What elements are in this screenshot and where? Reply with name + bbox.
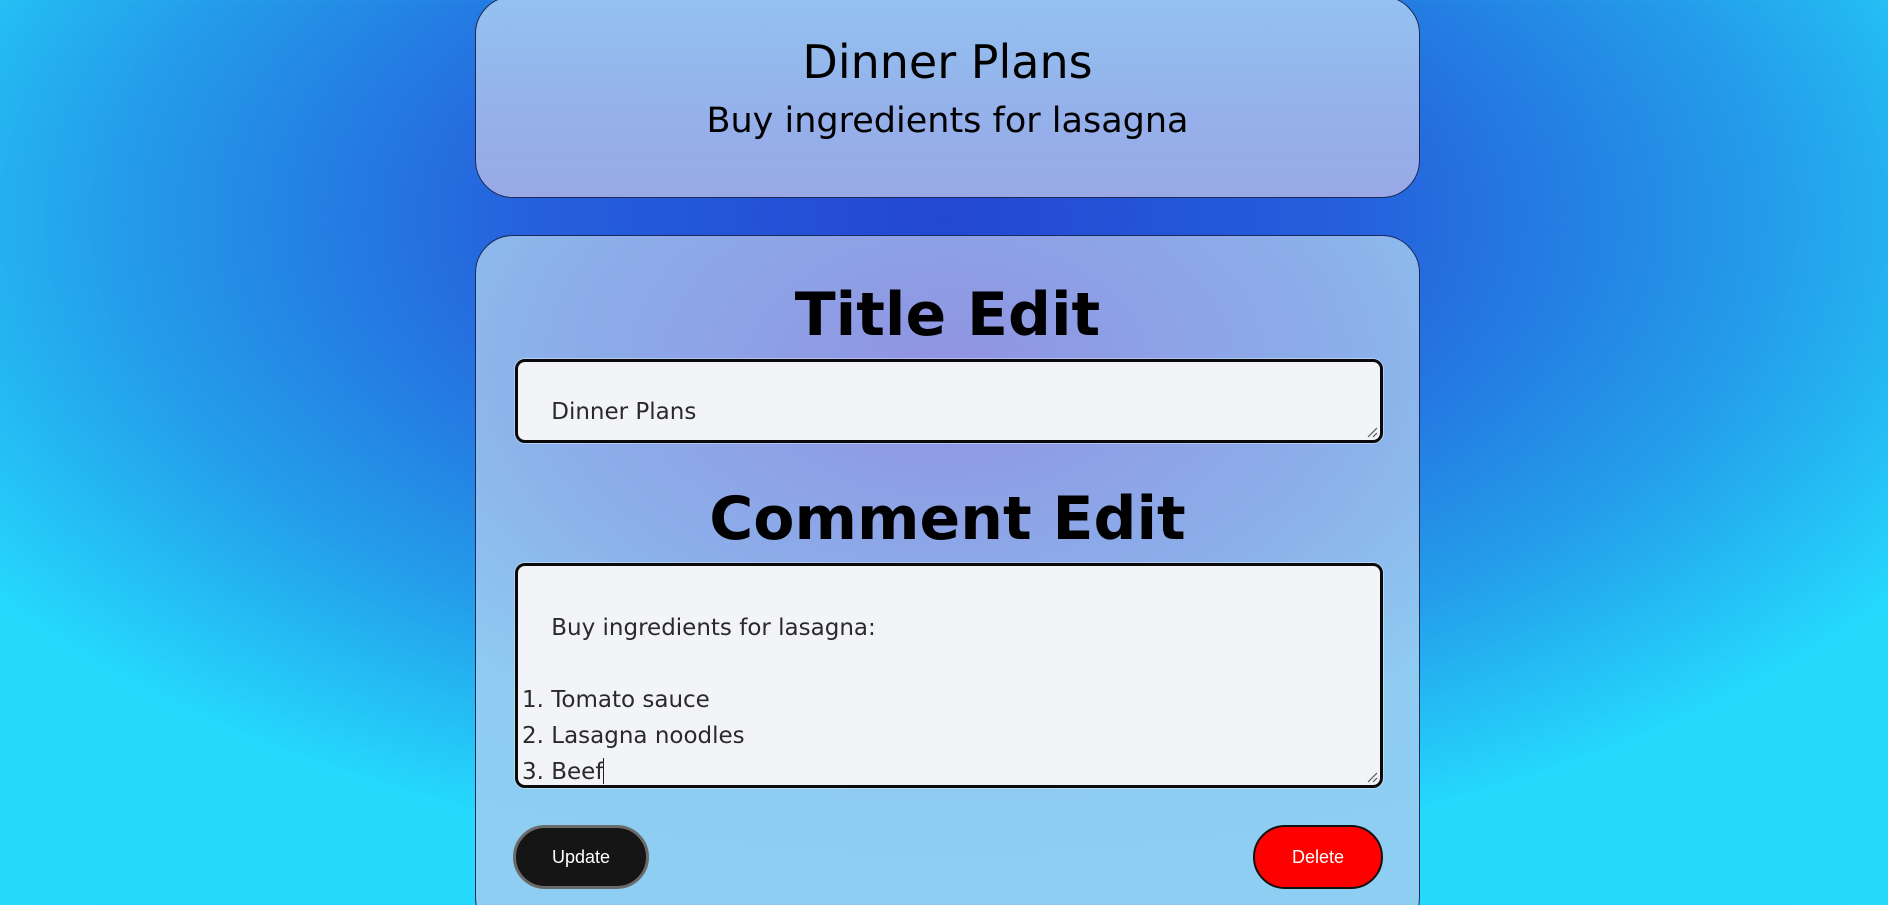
note-comment: Buy ingredients for lasagna (706, 101, 1189, 141)
note-title: Dinner Plans (802, 35, 1093, 89)
edit-card: Title Edit Dinner Plans Comment Edit Buy… (475, 235, 1420, 905)
resize-grip-icon[interactable] (1366, 426, 1378, 438)
update-button[interactable]: Update (513, 825, 649, 889)
note-preview-card: Dinner Plans Buy ingredients for lasagna (475, 0, 1420, 198)
delete-button[interactable]: Delete (1253, 825, 1383, 889)
title-edit-heading: Title Edit (794, 280, 1101, 350)
comment-textarea-value: Buy ingredients for lasagna: 1. Tomato s… (522, 615, 876, 785)
text-cursor (603, 758, 605, 784)
title-input-value: Dinner Plans (551, 399, 697, 425)
comment-edit-heading: Comment Edit (709, 484, 1186, 554)
resize-grip-icon[interactable] (1366, 771, 1378, 783)
comment-textarea[interactable]: Buy ingredients for lasagna: 1. Tomato s… (515, 563, 1383, 788)
title-input[interactable]: Dinner Plans (515, 359, 1383, 443)
